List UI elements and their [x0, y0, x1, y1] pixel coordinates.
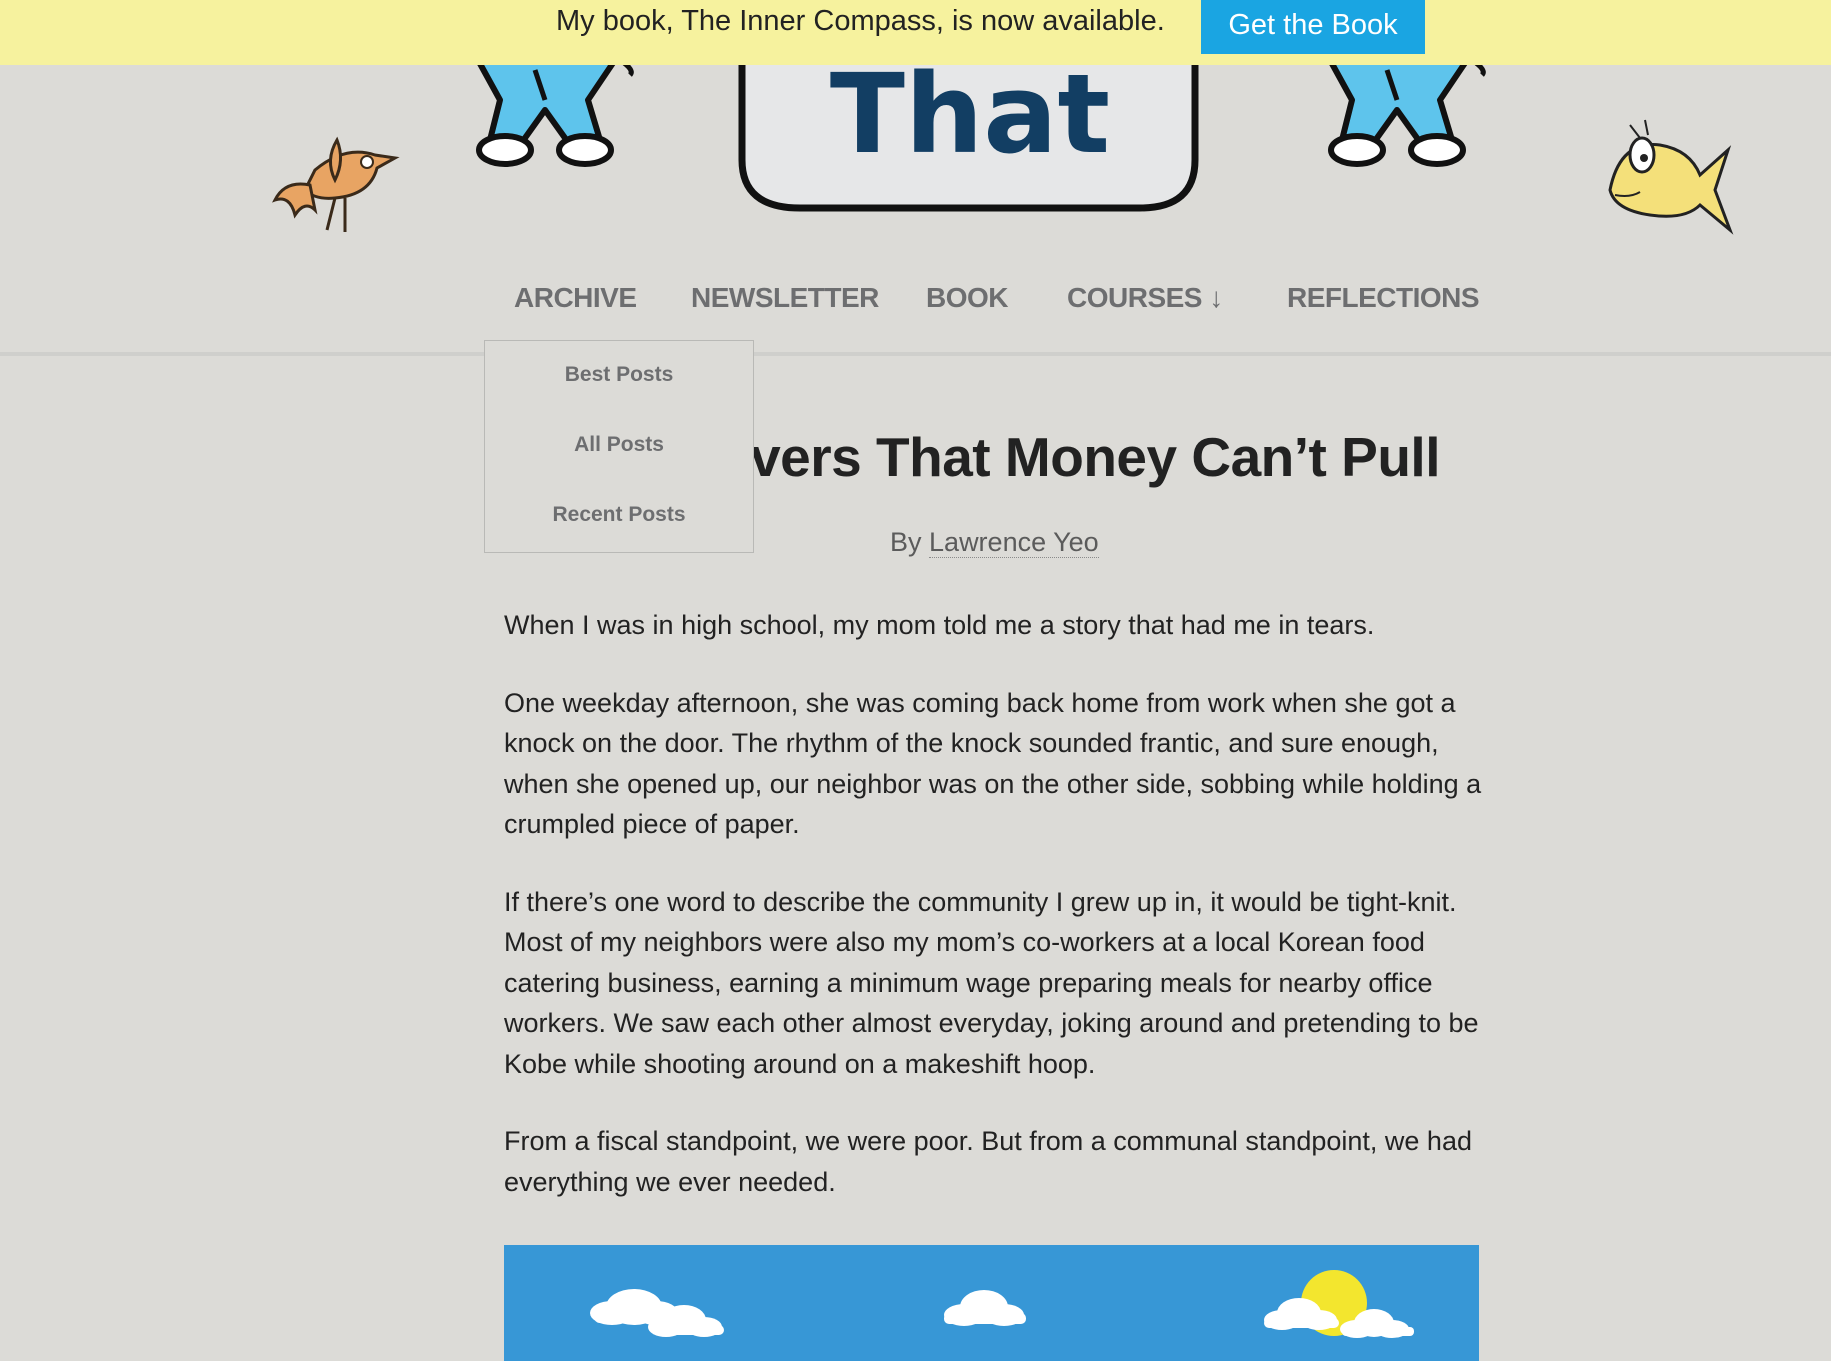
nav-item-book[interactable]: BOOK: [926, 282, 1009, 314]
logo-text: That: [830, 50, 1110, 178]
nav-item-newsletter[interactable]: NEWSLETTER: [691, 282, 879, 314]
announcement-text: My book, The Inner Compass, is now avail…: [556, 5, 1165, 37]
right-character-illustration: [1327, 57, 1486, 167]
nav-item-reflections[interactable]: REFLECTIONS: [1287, 282, 1480, 314]
author-link[interactable]: Lawrence Yeo: [929, 527, 1099, 558]
article-paragraph: If there’s one word to describe the comm…: [504, 886, 1479, 1079]
article-paragraph: One weekday afternoon, she was coming ba…: [504, 687, 1482, 840]
dropdown-item-all-posts[interactable]: All Posts: [485, 433, 753, 457]
announcement-bar: My book, The Inner Compass, is now avail…: [0, 0, 1831, 65]
logo-sign: That: [738, 50, 1199, 212]
nav-item-archive[interactable]: ARCHIVE: [514, 282, 637, 314]
dropdown-item-best-posts[interactable]: Best Posts: [485, 363, 753, 387]
dropdown-item-recent-posts[interactable]: Recent Posts: [485, 503, 753, 527]
left-character-illustration: [475, 57, 634, 167]
byline: By Lawrence Yeo: [890, 527, 1099, 558]
article-paragraph: When I was in high school, my mom told m…: [504, 610, 1375, 640]
nav-item-courses[interactable]: COURSES ↓: [1067, 282, 1223, 314]
fish-illustration: [1608, 119, 1734, 235]
main-navigation: ARCHIVE NEWSLETTER BOOK COURSES ↓ REFLEC…: [0, 270, 1831, 350]
cloud-icon: [944, 1290, 1026, 1326]
nav-divider: [0, 352, 1831, 356]
article-illustration: [504, 1245, 1479, 1361]
bird-illustration: [272, 136, 400, 232]
article-paragraph: From a fiscal standpoint, we were poor. …: [504, 1126, 1472, 1197]
article-body: When I was in high school, my mom told m…: [504, 605, 1484, 1239]
get-the-book-button[interactable]: Get the Book: [1201, 0, 1425, 54]
archive-dropdown-menu: Best Posts All Posts Recent Posts: [484, 340, 754, 553]
byline-prefix: By: [890, 527, 922, 557]
